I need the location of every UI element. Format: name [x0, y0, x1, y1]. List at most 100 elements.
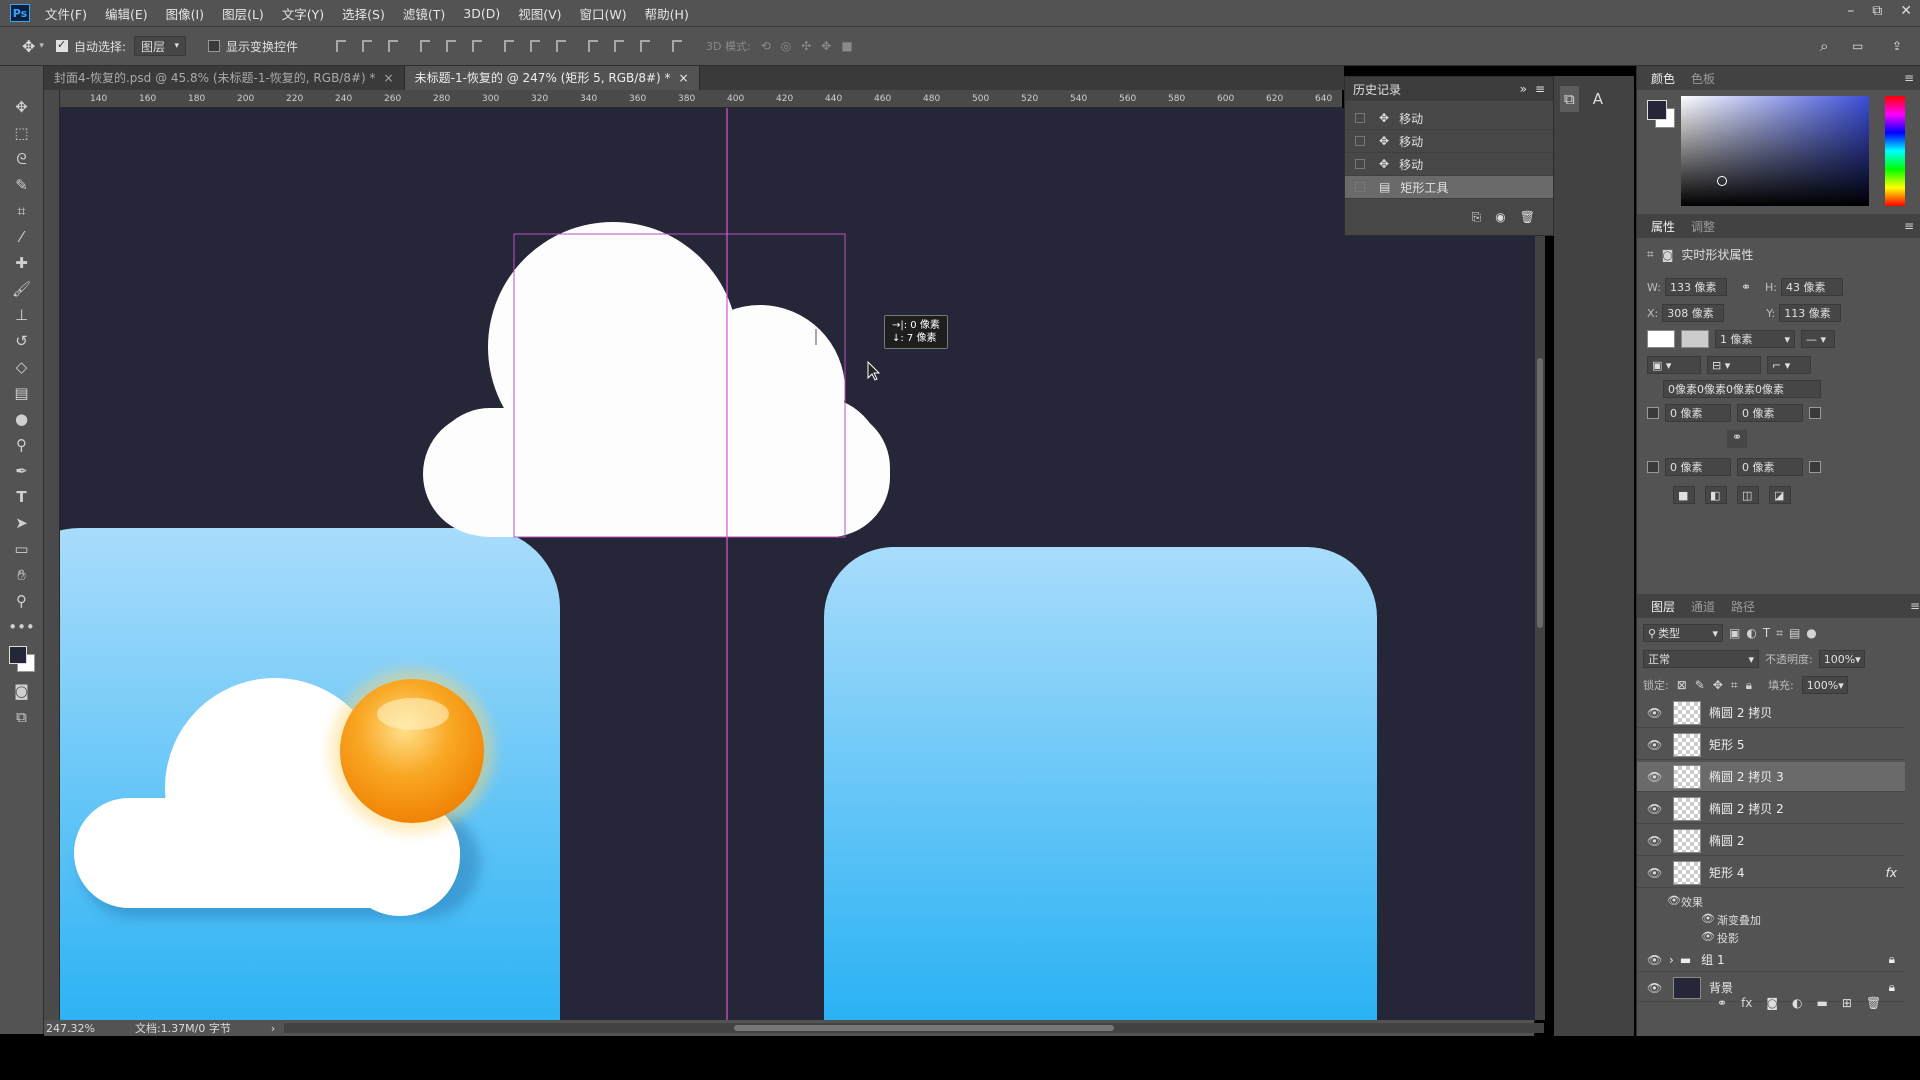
align-left-icon[interactable] [420, 40, 430, 52]
menu-window[interactable]: 窗口(W) [571, 4, 636, 23]
eraser-tool-icon[interactable]: ◇ [9, 356, 35, 378]
filter-adjust-icon[interactable]: ◐ [1746, 626, 1756, 640]
add-style-icon[interactable]: fx [1741, 996, 1752, 1010]
workspace-icon[interactable]: ▭ [1852, 39, 1863, 53]
search-icon[interactable]: ⌕ [1820, 37, 1828, 55]
quick-select-tool-icon[interactable]: ✎ [9, 174, 35, 196]
corner-tr-checkbox[interactable] [1809, 407, 1821, 419]
menu-select[interactable]: 选择(S) [333, 4, 394, 23]
fill-field[interactable]: 100% ▾ [1801, 676, 1848, 694]
corner-tl-checkbox[interactable] [1647, 407, 1659, 419]
opacity-field[interactable]: 100% ▾ [1818, 650, 1865, 668]
menu-image[interactable]: 图像(I) [157, 4, 213, 23]
new-document-from-state-icon[interactable]: ⎘ [1472, 210, 1482, 225]
foreground-color-swatch[interactable] [1647, 100, 1667, 120]
path-combine-icon[interactable]: ■ [1673, 486, 1695, 504]
filter-toggle-icon[interactable]: ● [1806, 626, 1816, 640]
restore-button[interactable]: ⧉ [1872, 3, 1882, 19]
scroll-thumb[interactable] [734, 1025, 1114, 1031]
stroke-swatch[interactable] [1681, 330, 1709, 348]
color-picker-cursor[interactable] [1717, 176, 1727, 186]
foreground-color-swatch[interactable] [8, 646, 27, 664]
lock-pixels-icon[interactable]: ✎ [1695, 678, 1705, 692]
path-exclude-icon[interactable]: ◪ [1769, 486, 1791, 504]
align-right-icon[interactable] [472, 40, 482, 52]
quick-mask-icon[interactable]: ◙ [9, 680, 35, 702]
eye-icon[interactable]: 👁︎ [1701, 912, 1715, 925]
menu-layer[interactable]: 图层(L) [213, 4, 273, 23]
x-field[interactable]: 308 像素 [1662, 304, 1725, 322]
corner-bl-field[interactable]: 0 像素 [1665, 458, 1731, 476]
history-brush-tool-icon[interactable]: ↺ [9, 330, 35, 352]
crop-tool-icon[interactable]: ⌗ [9, 200, 35, 222]
tab-swatches[interactable]: 色板 [1683, 70, 1723, 87]
adjustment-layer-icon[interactable]: ◐ [1792, 996, 1802, 1010]
tab-layers[interactable]: 图层 [1643, 598, 1683, 615]
link-icon[interactable]: ⚭ [1741, 280, 1751, 294]
filter-type-icon[interactable]: T [1763, 626, 1770, 640]
expand-icon[interactable]: » [1520, 82, 1527, 96]
type-tool-icon[interactable]: T [9, 486, 35, 508]
healing-brush-tool-icon[interactable]: ✚ [9, 252, 35, 274]
align-hcenter-icon[interactable] [446, 40, 456, 52]
menu-edit[interactable]: 编辑(E) [96, 4, 157, 23]
distribute-top-icon[interactable] [504, 40, 514, 52]
gradient-tool-icon[interactable]: ▤ [9, 382, 35, 404]
effect-drop-shadow[interactable]: 投影 [1717, 930, 1739, 946]
path-select-tool-icon[interactable]: ➤ [9, 512, 35, 534]
tab-adjustments[interactable]: 调整 [1683, 218, 1723, 235]
close-tab-icon[interactable]: × [679, 71, 689, 85]
brush-tool-icon[interactable]: 🖌︎ [9, 278, 35, 300]
show-transform-checkbox[interactable] [207, 40, 220, 52]
eye-icon[interactable]: 👁︎ [1667, 894, 1681, 907]
menu-type[interactable]: 文字(Y) [273, 4, 333, 23]
3d-pan-icon[interactable]: ✣ [801, 39, 811, 53]
eye-icon[interactable]: 👁︎ [1647, 953, 1665, 967]
corner-br-checkbox[interactable] [1809, 461, 1821, 473]
trash-icon[interactable]: 🗑︎ [1520, 210, 1535, 225]
eye-icon[interactable]: 👁︎ [1647, 770, 1665, 784]
layer-row[interactable]: 👁︎ 椭圆 2 拷贝 2 [1637, 794, 1905, 824]
camera-icon[interactable]: ◉ [1495, 210, 1505, 225]
link-layers-icon[interactable]: ⚭ [1717, 996, 1727, 1010]
tab-color[interactable]: 颜色 [1643, 70, 1683, 87]
panel-menu-icon[interactable]: ≡ [1910, 599, 1920, 613]
tab-properties[interactable]: 属性 [1643, 218, 1683, 235]
menu-3d[interactable]: 3D(D) [454, 6, 509, 21]
eye-icon[interactable]: 👁︎ [1701, 930, 1715, 943]
layer-row[interactable]: 👁︎ 矩形 4 fx [1637, 858, 1905, 888]
layer-row[interactable]: 👁︎ 椭圆 2 [1637, 826, 1905, 856]
align-vcenter-icon[interactable] [362, 40, 372, 52]
zoom-level[interactable]: 247.32% [46, 1022, 95, 1035]
history-item[interactable]: ✥ 移动 [1345, 130, 1553, 153]
fill-swatch[interactable] [1647, 330, 1675, 348]
history-item[interactable]: ✥ 移动 [1345, 153, 1553, 176]
eye-icon[interactable]: 👁︎ [1647, 738, 1665, 752]
path-intersect-icon[interactable]: ◫ [1737, 486, 1759, 504]
color-swatches[interactable] [7, 644, 37, 674]
menu-view[interactable]: 视图(V) [509, 4, 570, 23]
move-tool-icon[interactable]: ✥ [9, 96, 35, 118]
panel-menu-icon[interactable]: ≡ [1904, 71, 1914, 85]
menu-help[interactable]: 帮助(H) [636, 4, 698, 23]
layer-row[interactable]: 👁︎ 椭圆 2 拷贝 [1637, 698, 1905, 728]
dodge-tool-icon[interactable]: ⚲ [9, 434, 35, 456]
auto-select-checkbox[interactable] [55, 38, 68, 52]
close-tab-icon[interactable]: × [384, 71, 394, 85]
zoom-tool-icon[interactable]: ⚲ [9, 590, 35, 612]
corner-bl-checkbox[interactable] [1647, 461, 1659, 473]
status-arrow[interactable]: › [271, 1022, 275, 1035]
eye-icon[interactable]: 👁︎ [1647, 834, 1665, 848]
panel-menu-icon[interactable]: ≡ [1535, 82, 1545, 96]
eye-icon[interactable]: 👁︎ [1647, 981, 1665, 995]
align-top-icon[interactable] [336, 40, 346, 52]
lock-all-icon[interactable]: 🔒︎ [1746, 678, 1752, 693]
height-field[interactable]: 43 像素 [1781, 278, 1843, 296]
eye-icon[interactable]: 👁︎ [1647, 866, 1665, 880]
corner-radius-summary[interactable]: 0像素0像素0像素0像素 [1663, 380, 1821, 398]
path-subtract-icon[interactable]: ◧ [1705, 486, 1727, 504]
stamp-tool-icon[interactable]: ⊥ [9, 304, 35, 326]
pen-tool-icon[interactable]: ✒ [9, 460, 35, 482]
more-tools-icon[interactable]: ••• [8, 616, 35, 638]
marquee-tool-icon[interactable]: ⬚ [9, 122, 35, 144]
